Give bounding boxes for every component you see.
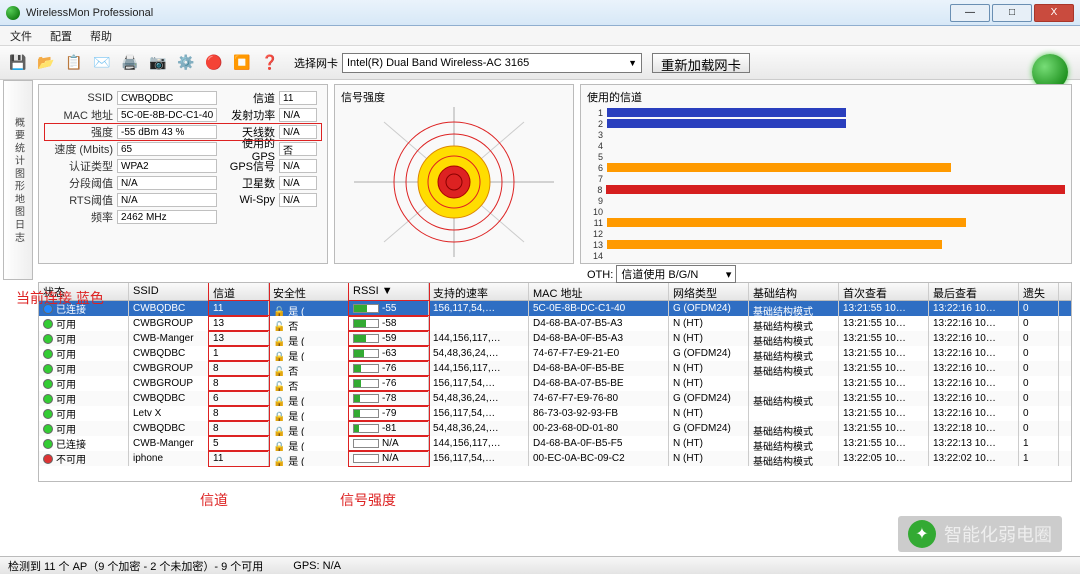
menu-config[interactable]: 配置 [50,28,72,44]
gpssig-label: GPS信号 [223,158,275,174]
mac-value: 5C-0E-8B-DC-C1-40 [117,108,217,122]
maximize-button[interactable]: □ [992,4,1032,22]
sat-label: 卫星数 [223,175,275,191]
window-titlebar: WirelessMon Professional — □ X [0,0,1080,26]
toolbar: 💾 📂 📋 ✉️ 🖨️ 📷 ⚙️ 🔴 ⏹️ ❓ 选择网卡 Intel(R) Du… [0,46,1080,80]
table-row[interactable]: 可用CWBGROUP8🔓 否-76144,156,117,…D4-68-BA-0… [39,361,1071,376]
close-button[interactable]: X [1034,4,1074,22]
ap-table-body: 已连接CWBQDBC11🔓 是 (-55156,117,54,…5C-0E-8B… [39,301,1071,466]
save-icon[interactable]: 💾 [6,51,30,75]
chevron-down-icon: ▾ [726,268,732,281]
menu-bar: 文件 配置 帮助 [0,26,1080,46]
open-icon[interactable]: 📂 [34,51,58,75]
menu-file[interactable]: 文件 [10,28,32,44]
channel-value: 11 [279,91,317,105]
channel-mode-select[interactable]: 信道使用 B/G/N ▾ [616,265,736,283]
rts-value: N/A [117,193,217,207]
speed-value: 65 [117,142,217,156]
reload-nic-button[interactable]: 重新加载网卡 [652,53,750,73]
gps-value: 否 [279,142,317,156]
strength-value: -55 dBm 43 % [117,125,217,139]
minimize-button[interactable]: — [950,4,990,22]
frag-label: 分段阈值 [45,175,113,191]
channel-bars: 1234567891011121314 [587,107,1065,261]
table-row[interactable]: 可用CWBGROUP13🔓 否-58D4-68-BA-07-B5-A3N (HT… [39,316,1071,331]
wechat-icon: ✦ [908,520,936,548]
ap-table: 状态SSID信道安全性RSSI ▼支持的速率MAC 地址网络类型基础结构首次查看… [38,282,1072,482]
mail-icon[interactable]: ✉️ [90,51,114,75]
table-row[interactable]: 已连接CWBQDBC11🔓 是 (-55156,117,54,…5C-0E-8B… [39,301,1071,316]
radar-chart [341,107,567,257]
settings-icon[interactable]: ⚙️ [174,51,198,75]
copy-icon[interactable]: 📋 [62,51,86,75]
menu-help[interactable]: 帮助 [90,28,112,44]
gpssig-value: N/A [279,159,317,173]
app-icon [6,6,20,20]
txpower-value: N/A [279,108,317,122]
record-icon[interactable]: 🔴 [202,51,226,75]
nic-select[interactable]: Intel(R) Dual Band Wireless-AC 3165 ▼ [342,53,642,73]
radar-panel: 信号强度 [334,84,574,264]
help-icon[interactable]: ❓ [258,51,282,75]
status-gps: GPS: N/A [293,560,341,572]
ssid-value: CWBQDBC [117,91,217,105]
auth-value: WPA2 [117,159,217,173]
footer-brand: ✦ 智能化弱电圈 [898,516,1062,552]
ssid-label: SSID [45,92,113,104]
window-title: WirelessMon Professional [26,7,950,19]
sat-value: N/A [279,176,317,190]
channel-label: 信道 [223,90,275,106]
rts-label: RTS阈值 [45,192,113,208]
table-row[interactable]: 可用CWBQDBC8🔒 是 (-8154,48,36,24,…00-23-68-… [39,421,1071,436]
table-row[interactable]: 可用CWBQDBC1🔒 是 (-6354,48,36,24,…74-67-F7-… [39,346,1071,361]
status-ap-count: 检测到 11 个 AP（9 个加密 - 2 个未加密）- 9 个可用 [8,558,263,574]
channels-title: 使用的信道 [587,89,1065,105]
frag-value: N/A [117,176,217,190]
auth-label: 认证类型 [45,158,113,174]
annotation-channel-col: 信道 [200,490,228,510]
mac-label: MAC 地址 [45,107,113,123]
ap-table-header[interactable]: 状态SSID信道安全性RSSI ▼支持的速率MAC 地址网络类型基础结构首次查看… [39,283,1071,301]
snapshot-icon[interactable]: 📷 [146,51,170,75]
wispy-value: N/A [279,193,317,207]
speed-label: 速度 (Mbits) [45,141,113,157]
table-row[interactable]: 可用CWBGROUP8🔓 否-76156,117,54,…D4-68-BA-07… [39,376,1071,391]
ant-value: N/A [279,125,317,139]
txpower-label: 发射功率 [223,107,275,123]
window-buttons: — □ X [950,4,1074,22]
nic-value: Intel(R) Dual Band Wireless-AC 3165 [347,57,529,69]
annotation-rssi-col: 信号强度 [340,490,396,510]
channels-panel: 使用的信道 1234567891011121314 OTH: 信道使用 B/G/… [580,84,1072,264]
info-panel: SSID CWBQDBC 信道 11 MAC 地址 5C-0E-8B-DC-C1-40 发… [38,84,328,264]
radar-title: 信号强度 [341,89,567,105]
chevron-down-icon: ▼ [628,58,637,68]
stop-icon[interactable]: ⏹️ [230,51,254,75]
table-row[interactable]: 已连接CWB-Manger5🔒 是 (N/A144,156,117,…D4-68… [39,436,1071,451]
table-row[interactable]: 不可用iphone11🔒 是 (N/A156,117,54,…00-EC-0A-… [39,451,1071,466]
table-row[interactable]: 可用CWBQDBC6🔒 是 (-7854,48,36,24,…74-67-F7-… [39,391,1071,406]
channel-oth: OTH: 信道使用 B/G/N ▾ [587,265,1065,283]
status-bar: 检测到 11 个 AP（9 个加密 - 2 个未加密）- 9 个可用 GPS: … [0,556,1080,574]
table-row[interactable]: 可用Letv X8🔒 是 (-79156,117,54,…86-73-03-92… [39,406,1071,421]
main-panels: SSID CWBQDBC 信道 11 MAC 地址 5C-0E-8B-DC-C1-40 发… [0,80,1080,280]
freq-value: 2462 MHz [117,210,217,224]
table-row[interactable]: 可用CWB-Manger13🔒 是 (-59144,156,117,…D4-68… [39,331,1071,346]
strength-label: 强度 [45,124,113,140]
wispy-label: Wi-Spy [223,194,275,206]
print-icon[interactable]: 🖨️ [118,51,142,75]
nic-label: 选择网卡 [294,55,338,71]
freq-label: 频率 [45,209,113,225]
